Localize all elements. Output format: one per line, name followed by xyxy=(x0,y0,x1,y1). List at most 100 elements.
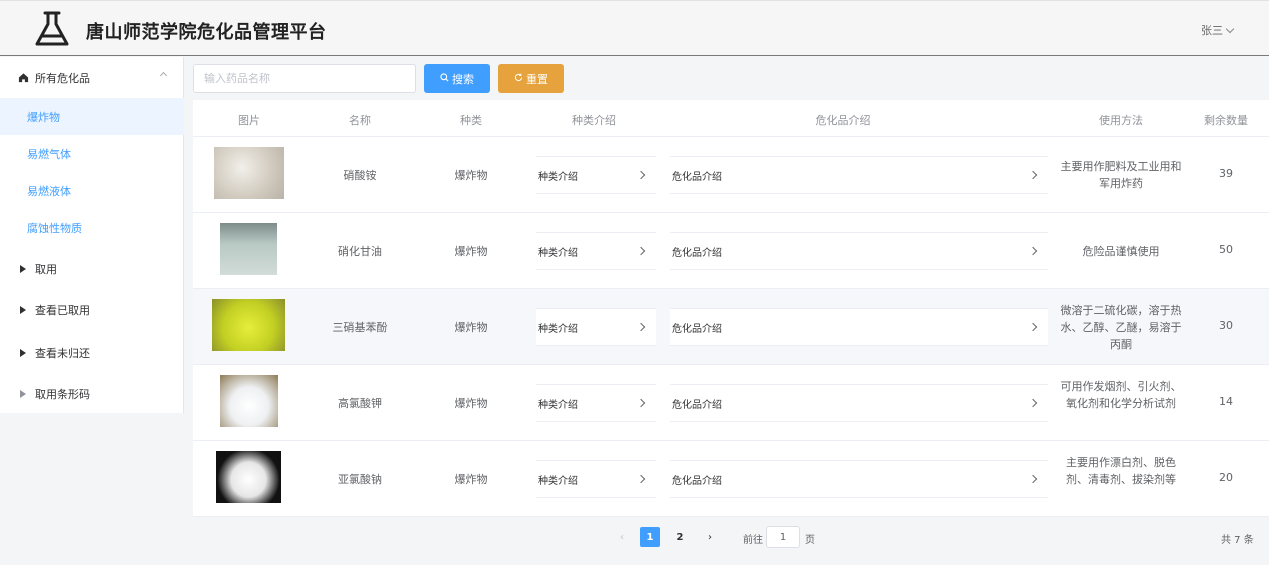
pagination: ‹ 1 2 › 前往 页 共 7 条 xyxy=(0,518,1269,558)
category-intro-collapse[interactable]: 种类介绍 xyxy=(536,156,656,194)
refresh-icon xyxy=(514,73,523,85)
remaining-quantity: 50 xyxy=(1219,243,1233,256)
column-header-quantity: 剩余数量 xyxy=(1204,114,1248,127)
column-header-usage: 使用方法 xyxy=(1099,114,1143,127)
category-intro-collapse[interactable]: 种类介绍 xyxy=(536,308,656,346)
chevron-right-icon xyxy=(636,170,646,180)
sidebar-group-barcode[interactable]: 取用条形码 xyxy=(0,373,184,414)
sidebar-group-label: 取用 xyxy=(35,262,57,276)
usage-text: 主要用作肥料及工业用和军用炸药 xyxy=(1060,160,1182,190)
sidebar-item-corrosive[interactable]: 腐蚀性物质 xyxy=(0,209,184,246)
remaining-quantity: 30 xyxy=(1219,319,1233,332)
hazard-intro-collapse[interactable]: 危化品介绍 xyxy=(670,232,1048,270)
caret-right-icon xyxy=(16,264,30,273)
top-header: 唐山师范学院危化品管理平台 张三 xyxy=(0,0,1269,56)
reset-button[interactable]: 重置 xyxy=(498,64,564,93)
user-menu[interactable]: 张三 xyxy=(1201,22,1235,38)
chemical-image xyxy=(214,147,284,199)
chemical-category: 爆炸物 xyxy=(454,169,488,182)
chevron-right-icon xyxy=(636,322,646,332)
table-row[interactable]: 亚氯酸钠 爆炸物 种类介绍 危化品介绍 主要用作漂白剂、脱色剂、清毒剂、拔染剂等 20 xyxy=(193,441,1269,517)
goto-page-input[interactable] xyxy=(766,526,800,548)
hazard-intro-label: 危化品介绍 xyxy=(672,399,722,411)
category-intro-label: 种类介绍 xyxy=(538,171,578,183)
chemical-image xyxy=(212,299,285,351)
table-row[interactable]: 硝酸铵 爆炸物 种类介绍 危化品介绍 主要用作肥料及工业用和军用炸药 39 xyxy=(193,137,1269,213)
category-intro-label: 种类介绍 xyxy=(538,323,578,335)
prev-page-button[interactable]: ‹ xyxy=(612,527,632,547)
column-header-image: 图片 xyxy=(238,114,260,127)
hazard-intro-collapse[interactable]: 危化品介绍 xyxy=(670,308,1048,346)
page-button-2[interactable]: 2 xyxy=(670,527,690,547)
usage-text: 可用作发烟剂、引火剂、氧化剂和化学分析试剂 xyxy=(1060,380,1182,410)
app-title: 唐山师范学院危化品管理平台 xyxy=(86,22,327,43)
search-button-label: 搜索 xyxy=(452,72,474,86)
chevron-right-icon xyxy=(636,246,646,256)
sidebar-group-view-taken[interactable]: 查看已取用 xyxy=(0,289,184,330)
chevron-down-icon xyxy=(1225,24,1235,34)
sidebar-group-label: 查看未归还 xyxy=(35,346,90,360)
caret-right-icon xyxy=(16,305,30,314)
sidebar: 所有危化品 爆炸物 易燃气体 易燃液体 腐蚀性物质 取用 查看已取用 查看未归还… xyxy=(0,57,184,413)
user-name: 张三 xyxy=(1201,24,1223,37)
remaining-quantity: 20 xyxy=(1219,471,1233,484)
hazard-intro-label: 危化品介绍 xyxy=(672,323,722,335)
table-row[interactable]: 三硝基苯酚 爆炸物 种类介绍 危化品介绍 微溶于二硫化碳，溶于热水、乙醇、乙醚，易溶于丙… xyxy=(193,289,1269,365)
caret-right-icon xyxy=(16,348,30,357)
chemical-name: 硝化甘油 xyxy=(338,245,382,258)
chevron-right-icon xyxy=(1028,170,1038,180)
sidebar-group-all-chemicals[interactable]: 所有危化品 xyxy=(0,57,184,98)
goto-prefix: 前往 xyxy=(743,535,763,546)
category-intro-collapse[interactable]: 种类介绍 xyxy=(536,232,656,270)
chemical-category: 爆炸物 xyxy=(454,397,488,410)
total-count: 共 7 条 xyxy=(1221,535,1254,546)
page-button-1[interactable]: 1 xyxy=(640,527,660,547)
sidebar-group-not-returned[interactable]: 查看未归还 xyxy=(0,332,184,373)
search-icon xyxy=(440,72,449,85)
search-button[interactable]: 搜索 xyxy=(424,64,490,93)
chemical-name: 高氯酸钾 xyxy=(338,397,382,410)
remaining-quantity: 14 xyxy=(1219,395,1233,408)
search-input[interactable] xyxy=(193,64,416,93)
usage-text: 微溶于二硫化碳，溶于热水、乙醇、乙醚，易溶于丙酮 xyxy=(1060,304,1182,351)
table-row[interactable]: 高氯酸钾 爆炸物 种类介绍 危化品介绍 可用作发烟剂、引火剂、氧化剂和化学分析试剂 14 xyxy=(193,365,1269,441)
sidebar-item-flammable-gas[interactable]: 易燃气体 xyxy=(0,135,184,172)
chemical-name: 亚氯酸钠 xyxy=(338,473,382,486)
category-intro-label: 种类介绍 xyxy=(538,399,578,411)
hazard-intro-label: 危化品介绍 xyxy=(672,475,722,487)
reset-button-label: 重置 xyxy=(526,72,548,86)
home-icon xyxy=(16,72,30,83)
column-header-category-intro: 种类介绍 xyxy=(572,114,616,127)
chemical-image xyxy=(216,451,281,503)
chemical-category: 爆炸物 xyxy=(454,473,488,486)
hazard-intro-collapse[interactable]: 危化品介绍 xyxy=(670,384,1048,422)
table-row[interactable]: 硝化甘油 爆炸物 种类介绍 危化品介绍 危险品谨慎使用 50 xyxy=(193,213,1269,289)
usage-text: 危险品谨慎使用 xyxy=(1082,245,1160,258)
category-intro-collapse[interactable]: 种类介绍 xyxy=(536,460,656,498)
chevron-right-icon xyxy=(1028,246,1038,256)
chevron-right-icon xyxy=(1028,398,1038,408)
chemical-name: 硝酸铵 xyxy=(343,169,377,182)
category-intro-label: 种类介绍 xyxy=(538,247,578,259)
chemical-name: 三硝基苯酚 xyxy=(332,321,388,334)
flask-icon xyxy=(35,11,69,46)
table-header: 图片 名称 种类 种类介绍 危化品介绍 使用方法 剩余数量 xyxy=(193,100,1269,137)
next-page-button[interactable]: › xyxy=(700,527,720,547)
sidebar-item-explosives[interactable]: 爆炸物 xyxy=(0,98,184,135)
column-header-category: 种类 xyxy=(460,114,482,127)
chevron-up-icon xyxy=(159,71,168,80)
chemical-category: 爆炸物 xyxy=(454,245,488,258)
chevron-right-icon xyxy=(636,398,646,408)
hazard-intro-label: 危化品介绍 xyxy=(672,171,722,183)
chevron-right-icon xyxy=(636,474,646,484)
category-intro-collapse[interactable]: 种类介绍 xyxy=(536,384,656,422)
sidebar-item-flammable-liquid[interactable]: 易燃液体 xyxy=(0,172,184,209)
sidebar-group-label: 取用条形码 xyxy=(35,387,90,401)
hazard-intro-collapse[interactable]: 危化品介绍 xyxy=(670,460,1048,498)
usage-text: 主要用作漂白剂、脱色剂、清毒剂、拔染剂等 xyxy=(1066,456,1176,486)
sidebar-group-take[interactable]: 取用 xyxy=(0,248,184,289)
sidebar-group-label: 查看已取用 xyxy=(35,303,90,317)
goto-suffix: 页 xyxy=(805,535,815,546)
remaining-quantity: 39 xyxy=(1219,167,1233,180)
hazard-intro-collapse[interactable]: 危化品介绍 xyxy=(670,156,1048,194)
